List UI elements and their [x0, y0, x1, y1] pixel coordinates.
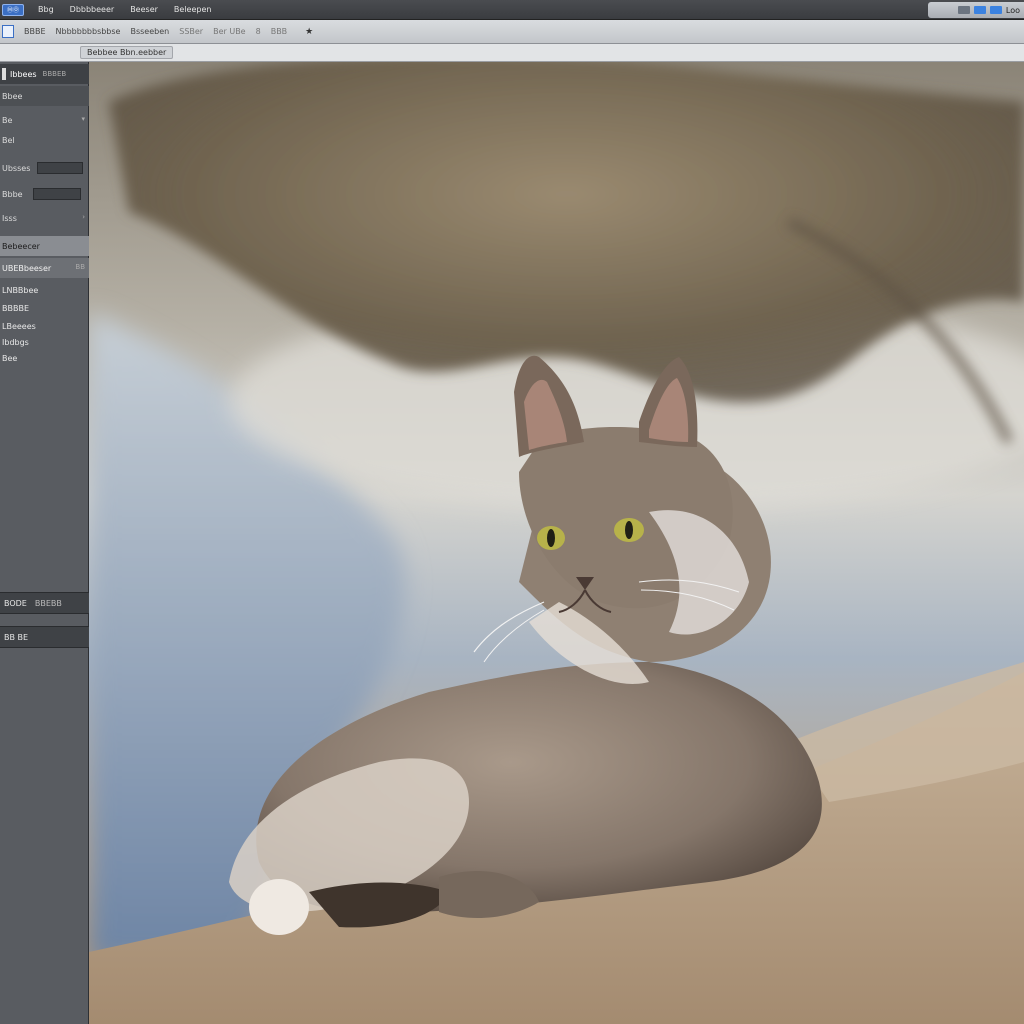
panel-row-secondary[interactable]: UBEBbeeser BB — [0, 258, 89, 278]
chevron-right-icon[interactable]: › — [82, 213, 85, 221]
panel-row-5[interactable]: Bbbe — [0, 184, 89, 204]
list-item-4[interactable]: Ibdbgs — [0, 334, 89, 350]
footer-label: BB BE — [4, 632, 29, 642]
document-icon[interactable] — [2, 25, 14, 38]
panel-title: Ibbees — [10, 69, 37, 79]
toolbar: BBBE Nbbbbbbbsbbse Bsseeben SSBer Ber UB… — [0, 20, 1024, 44]
clock-label: Loo — [1005, 5, 1020, 15]
panel-field-2[interactable] — [33, 188, 81, 200]
list-item-1[interactable]: LNBBbee — [0, 282, 89, 298]
list-item-2[interactable]: BBBBE — [0, 300, 89, 316]
toolbar-label-2[interactable]: Nbbbbbbbsbbse — [56, 27, 121, 36]
tray-icon-3[interactable] — [989, 6, 1002, 14]
star-icon[interactable]: ★ — [305, 27, 313, 37]
toolbar-label-5[interactable]: Ber UBe — [213, 27, 246, 36]
menu-item-3[interactable]: Beeser — [128, 3, 160, 16]
image-canvas[interactable] — [89, 62, 1024, 1024]
cat-photo — [89, 62, 1024, 1024]
panel-row-6[interactable]: Isss › — [0, 208, 89, 228]
toolbar-label-3[interactable]: Bsseeben — [130, 27, 169, 36]
tray-icon-2[interactable] — [973, 6, 986, 14]
panel-row-selected[interactable]: Bebeecer — [0, 236, 89, 256]
menu-item-4[interactable]: Beleepen — [172, 3, 214, 16]
menu-item-2[interactable]: Dbbbbeeer — [68, 3, 117, 16]
panel-row-label: Isss — [2, 213, 17, 223]
footer-button[interactable]: BBEBB — [35, 599, 62, 608]
panel-footer-row-2[interactable]: BB BE — [0, 626, 89, 648]
toolbar-label-7[interactable]: BBB — [271, 27, 287, 36]
toolbar-label-4[interactable]: SSBer — [179, 27, 203, 36]
panel-header: Ibbees BBBEB — [0, 64, 89, 84]
panel-row-label: Ubsses — [2, 163, 31, 173]
panel-field-1[interactable] — [37, 162, 83, 174]
panel-row-2[interactable]: Be ▾ — [0, 110, 89, 130]
system-tray: Loo — [928, 2, 1024, 18]
app-logo-icon[interactable]: ⓂⓄ — [2, 3, 24, 16]
options-chip[interactable]: Bebbee Bbn.eebber — [80, 46, 174, 59]
panel-row-label: Bbee — [2, 91, 23, 101]
toolbar-label-6[interactable]: 8 — [256, 27, 261, 36]
tray-icon-1[interactable] — [957, 6, 970, 14]
panel-row-label: Be — [2, 115, 13, 125]
footer-label: BODE — [4, 598, 27, 608]
panel-row-label: Bebeecer — [2, 241, 40, 251]
panel-footer-row-1[interactable]: BODE BBEBB — [0, 592, 89, 614]
panel-row-3[interactable]: Bel — [0, 130, 89, 150]
panel-row-label: Bel — [2, 135, 15, 145]
chevron-down-icon[interactable]: ▾ — [81, 115, 85, 123]
list-item-5[interactable]: Bee — [0, 350, 89, 366]
menu-item-1[interactable]: Bbg — [36, 3, 56, 16]
list-item-3[interactable]: LBeeees — [0, 318, 89, 334]
panel-row-label: Bbbe — [2, 189, 23, 199]
toolbar-label-1[interactable]: BBBE — [24, 27, 46, 36]
panel-row-4[interactable]: Ubsses — [0, 158, 89, 178]
options-bar: Bebbee Bbn.eebber — [0, 44, 1024, 62]
panel-row-suffix: BB — [75, 263, 85, 271]
left-panel: Ibbees BBBEB Bbee Be ▾ Bel Ubsses Bbbe I… — [0, 62, 89, 1024]
menu-bar: ⓂⓄ Bbg Dbbbbeeer Beeser Beleepen Loo — [0, 0, 1024, 20]
panel-row-1[interactable]: Bbee — [0, 86, 89, 106]
panel-tag[interactable]: BBBEB — [43, 70, 67, 78]
panel-grip-icon[interactable] — [2, 68, 6, 80]
panel-row-label: UBEBbeeser — [2, 263, 52, 273]
